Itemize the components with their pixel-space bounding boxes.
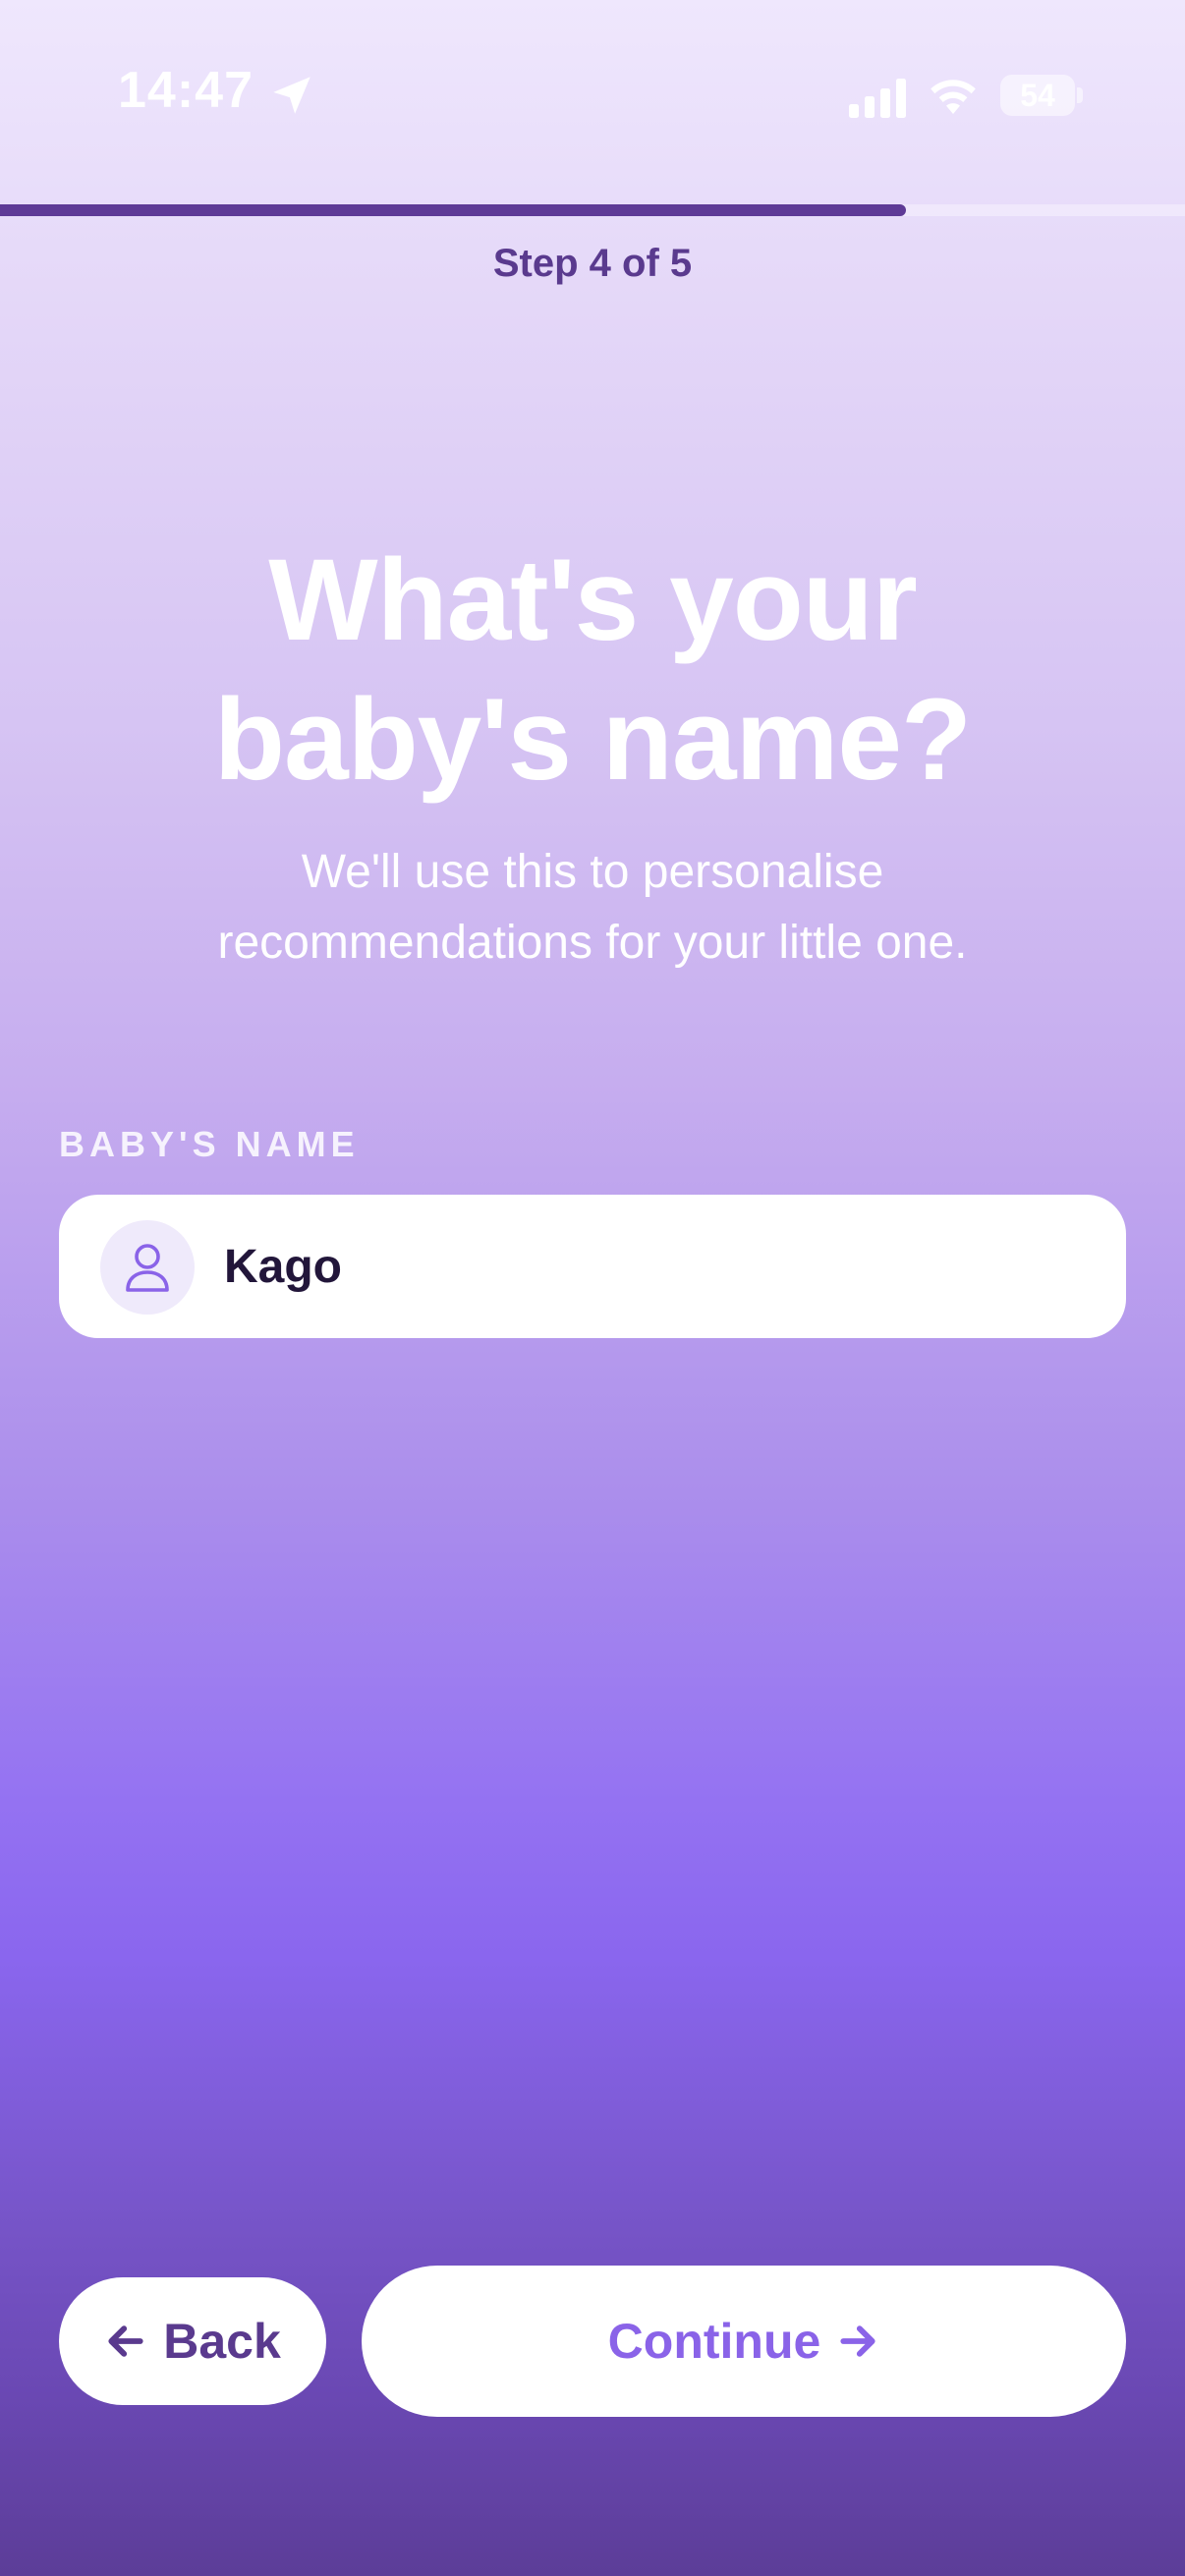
cellular-signal-icon — [849, 79, 906, 118]
progress-track — [0, 204, 1185, 216]
baby-name-label: BABY'S NAME — [59, 1124, 360, 1164]
baby-name-field[interactable] — [59, 1195, 1126, 1338]
arrow-right-icon — [840, 2325, 875, 2357]
title-line-1: What's your — [268, 535, 918, 665]
continue-button-label: Continue — [607, 2314, 821, 2369]
page-title: What's your baby's name? — [59, 531, 1126, 810]
status-time: 14:47 — [118, 62, 254, 119]
continue-button[interactable]: Continue — [362, 2266, 1126, 2417]
subtitle-line-1: We'll use this to personalise — [301, 846, 884, 898]
back-button[interactable]: Back — [59, 2277, 326, 2405]
person-icon — [126, 1244, 169, 1292]
step-label: Step 4 of 5 — [492, 242, 693, 285]
location-arrow-icon — [273, 77, 310, 114]
page-subtitle: We'll use this to personalise recommenda… — [118, 837, 1067, 979]
status-bar: 14:47 54 — [0, 0, 1185, 196]
progress-fill — [0, 204, 907, 216]
battery-level: 54 — [1020, 78, 1055, 113]
battery-cap — [1077, 87, 1083, 103]
wifi-icon — [931, 80, 976, 114]
avatar — [100, 1220, 195, 1315]
title-line-2: baby's name? — [213, 675, 972, 805]
back-button-label: Back — [163, 2314, 281, 2369]
subtitle-line-2: recommendations for your little one. — [217, 917, 968, 969]
arrow-left-icon — [108, 2325, 143, 2357]
baby-name-input[interactable] — [224, 1224, 1089, 1309]
